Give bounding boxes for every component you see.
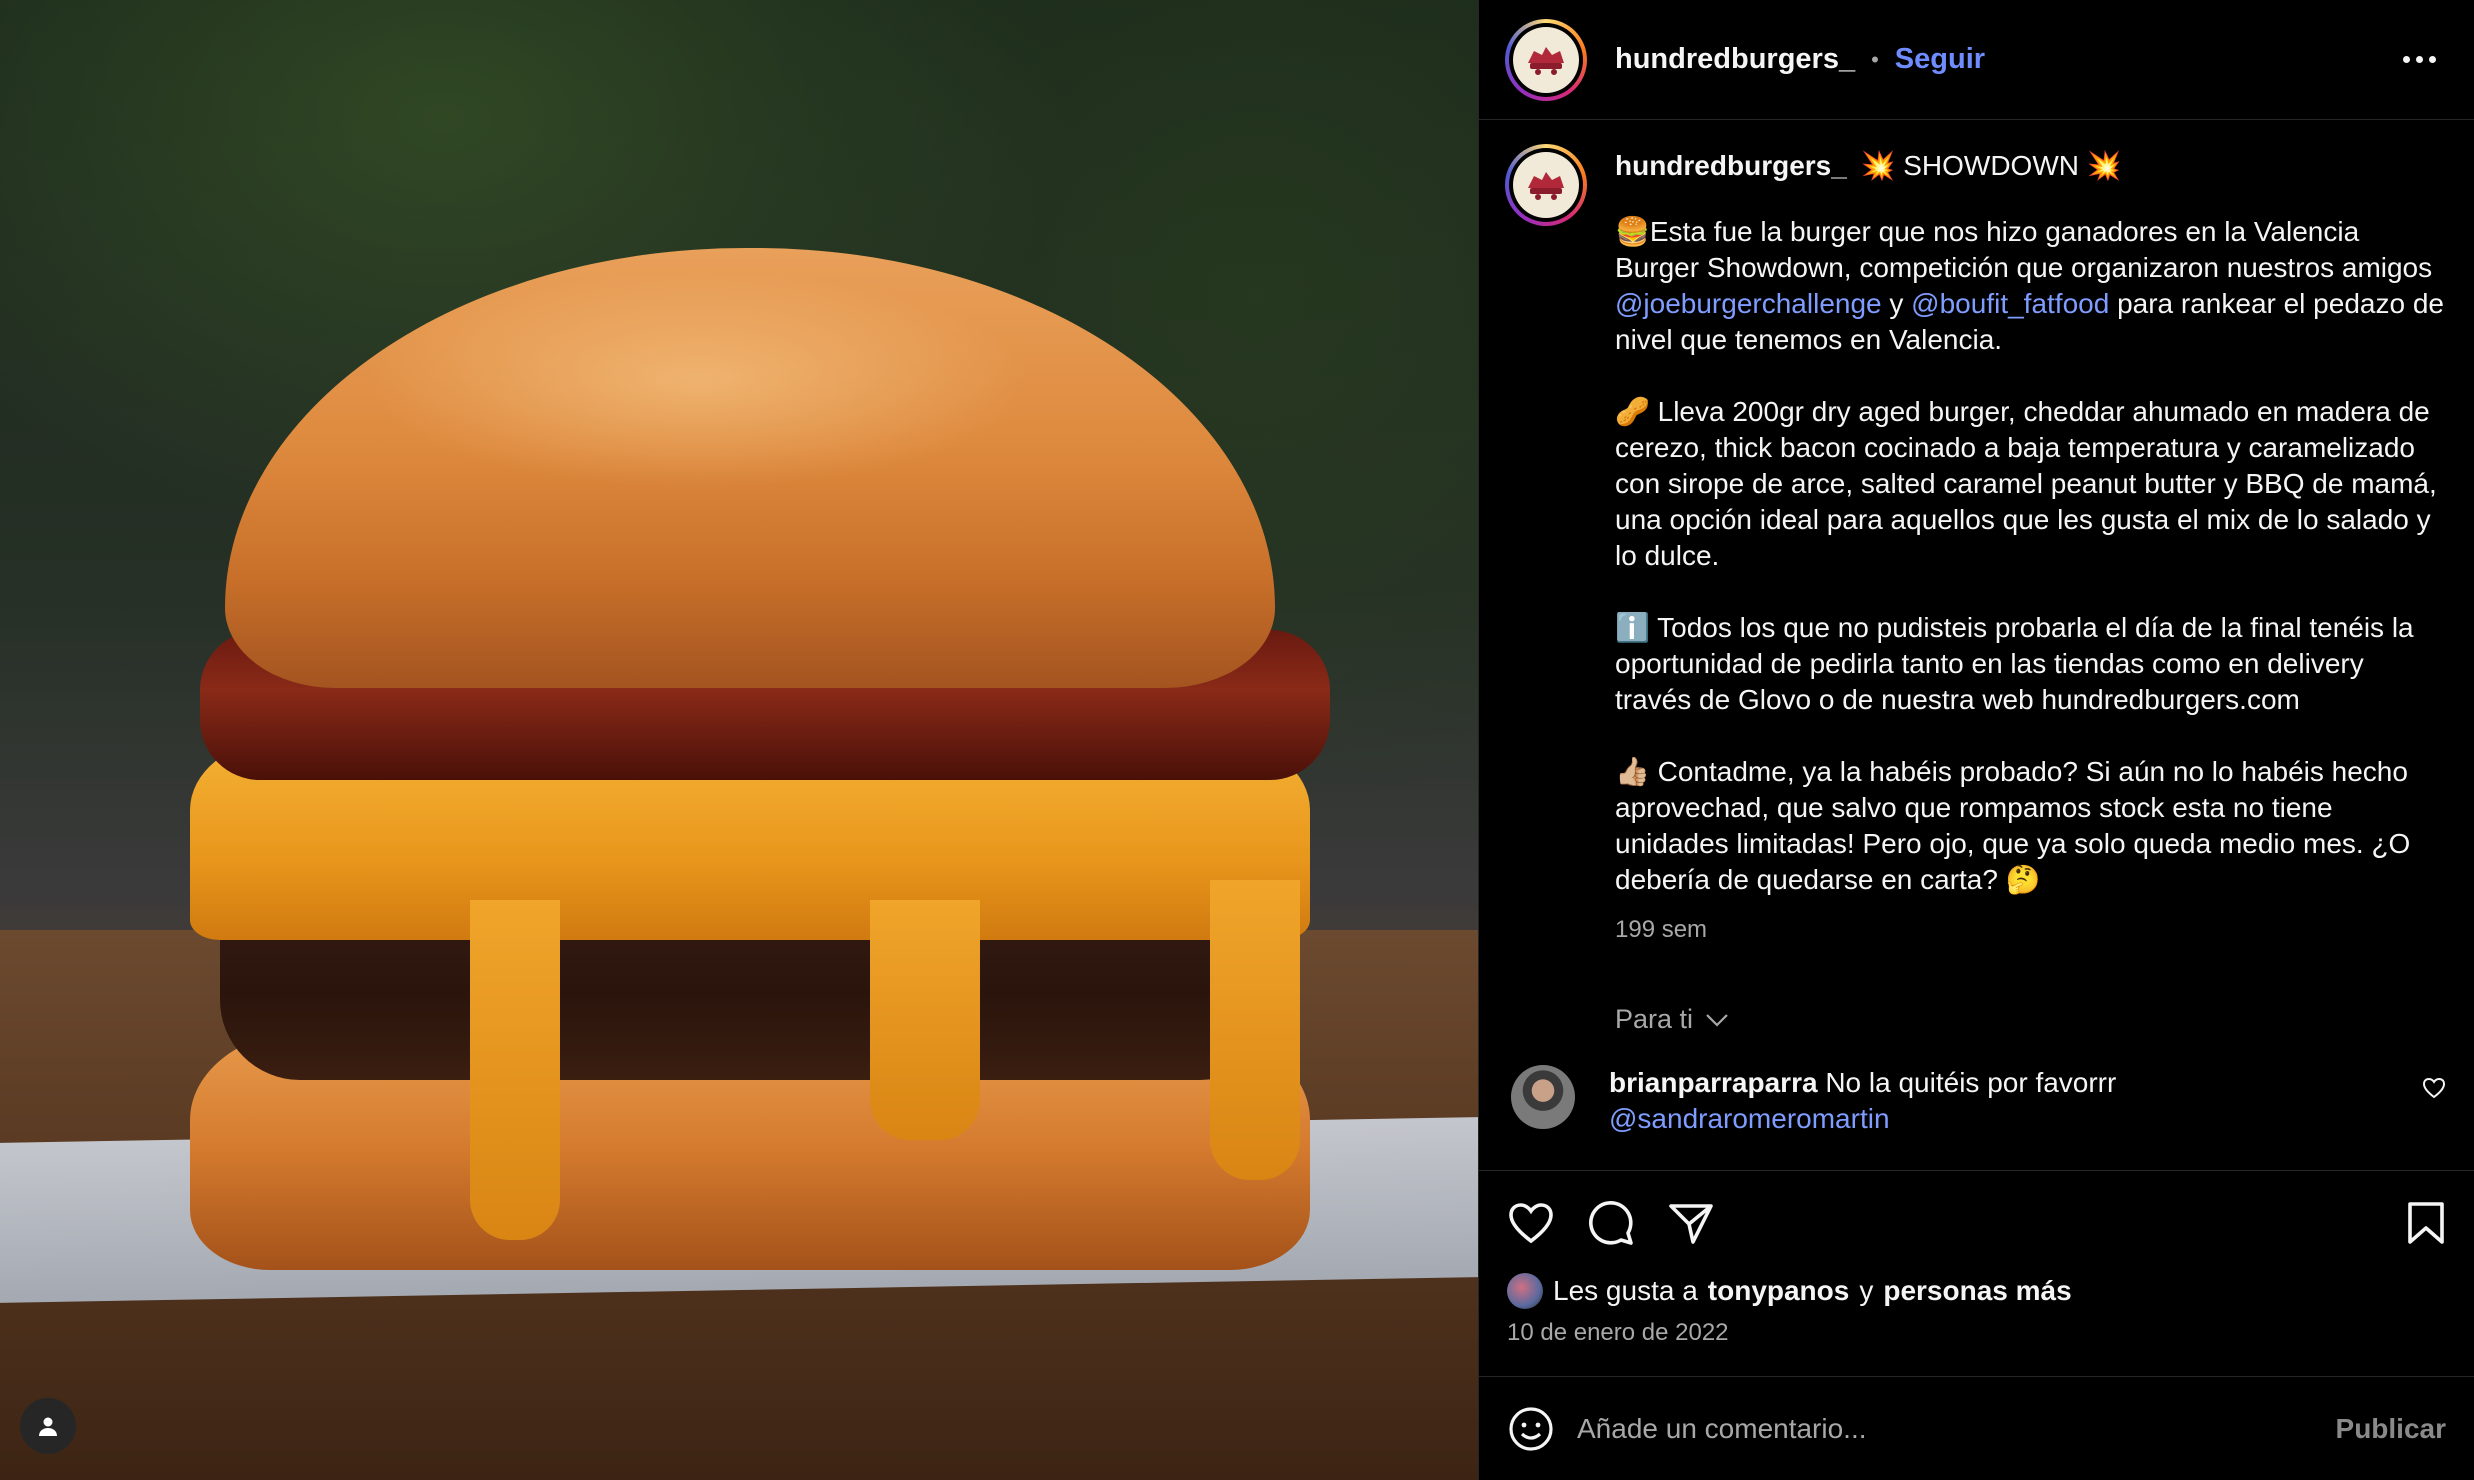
image-bun-top (225, 248, 1275, 688)
caption-text: y (1881, 288, 1912, 319)
comment-input[interactable] (1577, 1412, 2336, 1445)
more-icon-dot (2429, 56, 2436, 63)
commenter-avatar[interactable] (1511, 1065, 1575, 1129)
heart-icon (1509, 1203, 1553, 1244)
heart-icon (2422, 1077, 2446, 1099)
likes-prefix: Les gusta a (1553, 1275, 1698, 1306)
comment-like-button[interactable] (2422, 1077, 2446, 1104)
likes-summary: Les gusta a tonypanos y personas más (1507, 1273, 2446, 1309)
comment-button[interactable] (1587, 1199, 1635, 1247)
likes-others-link[interactable]: personas más (1883, 1275, 2071, 1307)
separator-dot: • (1871, 46, 1879, 72)
caption: hundredburgers_ 💥 SHOWDOWN 💥 🍔Esta fue l… (1505, 144, 2446, 948)
comment-item: brianparraparra No la quitéis por favorr… (1505, 1065, 2446, 1137)
bookmark-icon (2408, 1202, 2444, 1244)
user-icon (39, 1417, 57, 1436)
author-username[interactable]: hundredburgers_ (1615, 43, 1855, 76)
caption-body: hundredburgers_ 💥 SHOWDOWN 💥 🍔Esta fue l… (1615, 144, 2446, 948)
comments-scroll-area[interactable]: hundredburgers_ 💥 SHOWDOWN 💥 🍔Esta fue l… (1479, 120, 2474, 1170)
caption-username[interactable]: hundredburgers_ (1615, 150, 1847, 181)
comment-filter-label: Para ti (1615, 1004, 1694, 1034)
caption-text: 🍔Esta fue la burger que nos hizo ganador… (1615, 216, 2440, 283)
mention-link[interactable]: @joeburgerchallenge (1615, 288, 1882, 319)
more-options-button[interactable] (2393, 46, 2446, 73)
image-cheese-drip (870, 900, 980, 1140)
likes-conj: y (1859, 1275, 1874, 1306)
chevron-down-icon (1706, 1013, 1728, 1027)
caption-headline: 💥 SHOWDOWN 💥 (1860, 150, 2122, 181)
author-avatar[interactable] (1505, 18, 1587, 101)
image-cheese-drip (1210, 880, 1300, 1180)
comment-filter-dropdown[interactable]: Para ti (1615, 1004, 2446, 1035)
liker-avatar[interactable] (1507, 1273, 1543, 1309)
caption-paragraph-3: ℹ️ Todos los que no pudisteis probarla e… (1615, 612, 2422, 715)
post-header: hundredburgers_ • Seguir (1479, 0, 2474, 120)
more-icon (2403, 56, 2410, 63)
instagram-post-view: hundredburgers_ • Seguir hundredburgers_… (0, 0, 2474, 1480)
publish-button[interactable]: Publicar (2336, 1413, 2446, 1445)
emoji-button[interactable] (1507, 1405, 1555, 1453)
brand-logo-icon (1528, 172, 1564, 200)
brand-logo-icon (1528, 46, 1564, 75)
liker-username[interactable]: tonypanos (1708, 1275, 1850, 1307)
share-icon (1669, 1204, 1713, 1244)
save-button[interactable] (2406, 1200, 2446, 1246)
comment-icon (1589, 1201, 1633, 1245)
like-button[interactable] (1507, 1201, 1555, 1245)
caption-author-avatar[interactable] (1505, 144, 1587, 226)
mention-link[interactable]: @sandraromeromartin (1609, 1103, 1890, 1134)
caption-time-ago[interactable]: 199 sem (1615, 912, 2446, 948)
caption-paragraph-1: 🍔Esta fue la burger que nos hizo ganador… (1615, 214, 2446, 358)
more-icon-dot (2416, 56, 2423, 63)
tagged-users-button[interactable] (20, 1398, 76, 1454)
comment-text: No la quitéis por favorrr (1825, 1067, 2117, 1098)
image-cheese-drip (470, 900, 560, 1240)
commenter-username[interactable]: brianparraparra (1609, 1067, 1818, 1098)
post-date[interactable]: 10 de enero de 2022 (1507, 1319, 2446, 1347)
add-comment-bar: Publicar (1479, 1376, 2474, 1480)
caption-paragraph-2: 🥜 Lleva 200gr dry aged burger, cheddar a… (1615, 396, 2445, 571)
mention-link[interactable]: @boufit_fatfood (1911, 288, 2109, 319)
caption-paragraph-4: 👍🏼 Contadme, ya la habéis probado? Si aú… (1615, 756, 2419, 895)
post-panel: hundredburgers_ • Seguir hundredburgers_… (1478, 0, 2474, 1480)
post-image[interactable] (0, 0, 1478, 1480)
follow-button[interactable]: Seguir (1895, 43, 1985, 76)
comment-body: brianparraparra No la quitéis por favorr… (1609, 1065, 2394, 1137)
share-button[interactable] (1667, 1200, 1715, 1246)
emoji-icon (1509, 1406, 1553, 1451)
